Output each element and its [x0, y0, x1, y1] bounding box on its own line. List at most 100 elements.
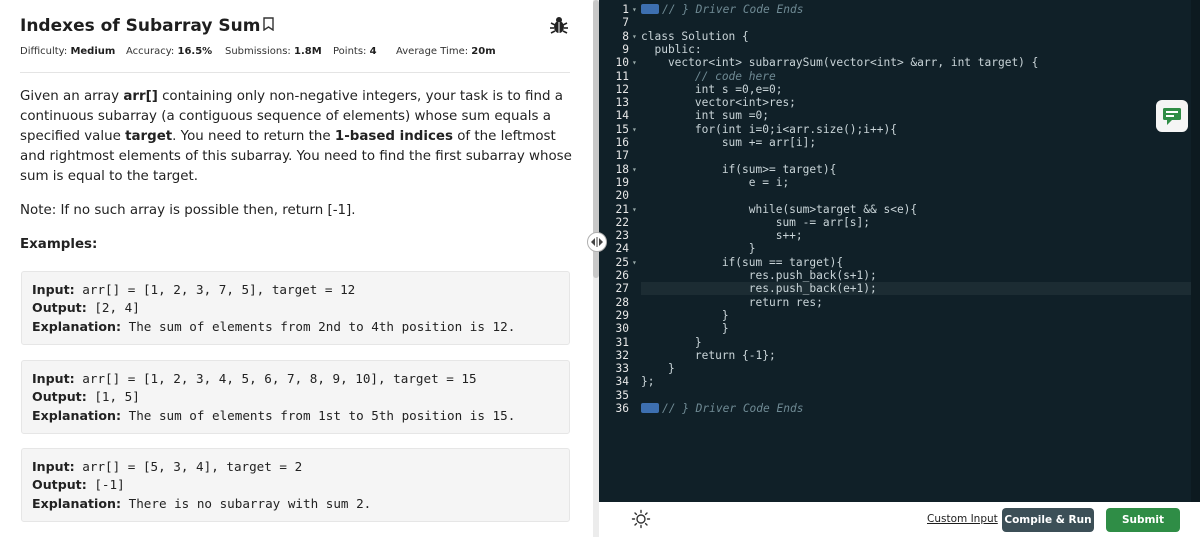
- line-number: 12: [615, 82, 629, 96]
- line-number: 29: [615, 308, 629, 322]
- code-line[interactable]: while(sum>target && s<e){: [641, 203, 917, 216]
- example-input: Input: arr[] = [5, 3, 4], target = 2: [32, 459, 303, 474]
- code-line[interactable]: class Solution {: [641, 30, 749, 43]
- fold-chevron-icon[interactable]: ▾: [632, 32, 637, 41]
- code-line[interactable]: for(int i=0;i<arr.size();i++){: [641, 123, 897, 136]
- problem-title: Indexes of Subarray Sum: [20, 16, 275, 36]
- line-number: 15: [615, 122, 629, 136]
- line-number: 16: [615, 136, 629, 149]
- example-explanation: Explanation: The sum of elements from 2n…: [32, 319, 516, 334]
- title-row: Indexes of Subarray Sum: [20, 14, 576, 40]
- code-line[interactable]: // } Driver Code Ends: [641, 402, 803, 415]
- code-line[interactable]: }: [641, 242, 756, 255]
- line-number: 30: [615, 322, 629, 336]
- line-number: 19: [615, 175, 629, 189]
- example-output: Output: [2, 4]: [32, 300, 140, 315]
- line-number: 26: [615, 269, 629, 282]
- feedback-button[interactable]: [1156, 100, 1188, 132]
- line-number: 11: [615, 69, 629, 83]
- fold-chevron-icon[interactable]: ▾: [632, 165, 637, 174]
- fold-chevron-icon[interactable]: ▾: [632, 58, 637, 67]
- submissions: Submissions: 1.8M: [225, 46, 322, 57]
- example-box: Input: arr[] = [5, 3, 4], target = 2 Out…: [21, 448, 570, 522]
- custom-input-link[interactable]: Custom Input: [927, 513, 998, 525]
- line-number: 33: [615, 362, 629, 376]
- examples-heading: Examples:: [20, 237, 98, 252]
- theme-toggle-icon[interactable]: [631, 509, 651, 534]
- line-number: 1: [622, 3, 629, 16]
- code-line[interactable]: e = i;: [641, 176, 789, 189]
- code-line[interactable]: int s =0,e=0;: [641, 83, 783, 96]
- code-line[interactable]: }: [641, 362, 675, 375]
- code-line[interactable]: sum += arr[i];: [641, 136, 816, 149]
- line-number: 34: [615, 375, 629, 389]
- line-number: 14: [615, 109, 629, 123]
- divider: [20, 72, 570, 73]
- resize-arrows-icon: [591, 237, 603, 247]
- compile-run-button[interactable]: Compile & Run: [1002, 508, 1094, 532]
- line-number: 36: [615, 402, 629, 415]
- editor-scrollbar[interactable]: [1191, 0, 1200, 502]
- line-number: 7: [622, 16, 629, 30]
- code-line[interactable]: s++;: [641, 229, 803, 242]
- chat-icon: [1163, 108, 1181, 125]
- line-number: 22: [615, 215, 629, 229]
- code-line[interactable]: res.push_back(e+1);: [641, 282, 877, 295]
- example-output: Output: [1, 5]: [32, 389, 140, 404]
- code-line[interactable]: }: [641, 336, 702, 349]
- code-line[interactable]: }: [641, 322, 729, 335]
- line-number: 35: [615, 388, 629, 402]
- code-line[interactable]: if(sum == target){: [641, 256, 843, 269]
- code-line[interactable]: }: [641, 309, 729, 322]
- line-number: 31: [615, 335, 629, 349]
- fold-chevron-icon[interactable]: ▾: [632, 205, 637, 214]
- difficulty: Difficulty: Medium: [20, 46, 116, 57]
- line-number: 8: [622, 29, 629, 43]
- example-explanation: Explanation: There is no subarray with s…: [32, 496, 372, 511]
- panel-resize-handle[interactable]: [587, 232, 607, 252]
- submit-button[interactable]: Submit: [1106, 508, 1180, 532]
- code-line[interactable]: res.push_back(s+1);: [641, 269, 877, 282]
- code-line[interactable]: int sum =0;: [641, 109, 769, 122]
- points: Points: 4: [333, 46, 377, 57]
- code-line[interactable]: };: [641, 375, 654, 388]
- code-line[interactable]: return {-1};: [641, 349, 776, 362]
- line-number: 9: [622, 42, 629, 56]
- line-number: 20: [615, 189, 629, 203]
- fold-chevron-icon[interactable]: ▾: [632, 5, 637, 14]
- code-area[interactable]: // } Driver Code Ends class Solution { pu…: [641, 0, 1161, 502]
- line-number: 10: [615, 56, 629, 70]
- code-line[interactable]: public:: [641, 43, 701, 56]
- example-input: Input: arr[] = [1, 2, 3, 4, 5, 6, 7, 8, …: [32, 371, 477, 386]
- line-number: 28: [615, 295, 629, 309]
- example-box: Input: arr[] = [1, 2, 3, 7, 5], target =…: [21, 271, 570, 345]
- line-number: 13: [615, 96, 629, 110]
- code-line[interactable]: vector<int>res;: [641, 96, 796, 109]
- line-number: 21: [615, 202, 629, 216]
- problem-description: Given an array arr[] containing only non…: [20, 89, 572, 184]
- folded-region-icon[interactable]: [641, 4, 659, 14]
- example-explanation: Explanation: The sum of elements from 1s…: [32, 408, 516, 423]
- editor-bottom-bar: Custom Input Compile & Run Submit: [599, 502, 1200, 537]
- line-number: 25: [615, 255, 629, 269]
- code-line[interactable]: return res;: [641, 296, 823, 309]
- accuracy: Accuracy: 16.5%: [126, 46, 213, 57]
- code-line[interactable]: // } Driver Code Ends: [641, 3, 803, 16]
- fold-chevron-icon[interactable]: ▾: [632, 125, 637, 134]
- code-line[interactable]: vector<int> subarraySum(vector<int> &arr…: [641, 56, 1038, 69]
- example-output: Output: [-1]: [32, 477, 125, 492]
- code-line[interactable]: if(sum>= target){: [641, 163, 837, 176]
- report-bug-icon[interactable]: [548, 14, 570, 41]
- fold-chevron-icon[interactable]: ▾: [632, 258, 637, 267]
- example-box: Input: arr[] = [1, 2, 3, 4, 5, 6, 7, 8, …: [21, 360, 570, 434]
- code-line[interactable]: // code here: [641, 70, 776, 83]
- line-gutter: 1 ▾ 7 8 ▾ 9 10 ▾ 11 12 13 14 15 ▾ 16 17 18 ▾ 19 20 21 ▾ 22 23 24…: [599, 0, 641, 502]
- bookmark-icon[interactable]: [262, 16, 275, 36]
- code-editor[interactable]: 1 ▾ 7 8 ▾ 9 10 ▾ 11 12 13 14 15 ▾ 16 17 18 ▾ 19 20 21 ▾ 22 23 24…: [599, 0, 1200, 502]
- line-number: 17: [615, 149, 629, 163]
- average-time: Average Time: 20m: [396, 46, 496, 57]
- problem-panel: Indexes of Subarray Sum Difficulty: Medi…: [0, 0, 592, 537]
- code-line[interactable]: sum -= arr[s];: [641, 216, 870, 229]
- line-number: 18: [615, 162, 629, 176]
- folded-region-icon[interactable]: [641, 403, 659, 413]
